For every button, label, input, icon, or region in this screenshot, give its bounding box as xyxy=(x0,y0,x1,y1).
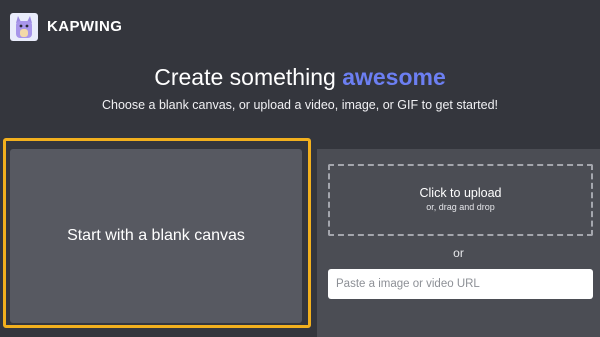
kapwing-logo[interactable] xyxy=(10,12,38,41)
url-input[interactable] xyxy=(328,269,593,299)
upload-dropzone[interactable]: Click to upload or, drag and drop xyxy=(328,164,593,236)
hero-title-prefix: Create something xyxy=(154,64,343,90)
or-divider: or xyxy=(453,246,464,260)
hero-title: Create something awesome xyxy=(0,64,600,91)
page: KAPWING Create something awesome Choose … xyxy=(0,0,600,337)
hero-title-accent: awesome xyxy=(342,64,446,90)
upload-panel: Click to upload or, drag and drop or xyxy=(317,149,600,337)
kapwing-mascot-icon xyxy=(16,15,32,38)
brand-name[interactable]: KAPWING xyxy=(47,18,122,35)
hero-subtitle: Choose a blank canvas, or upload a video… xyxy=(101,98,499,112)
upload-subtitle: or, drag and drop xyxy=(426,202,495,212)
blank-canvas-highlight[interactable] xyxy=(3,138,311,328)
header: KAPWING xyxy=(10,11,122,42)
upload-title: Click to upload xyxy=(419,186,502,200)
